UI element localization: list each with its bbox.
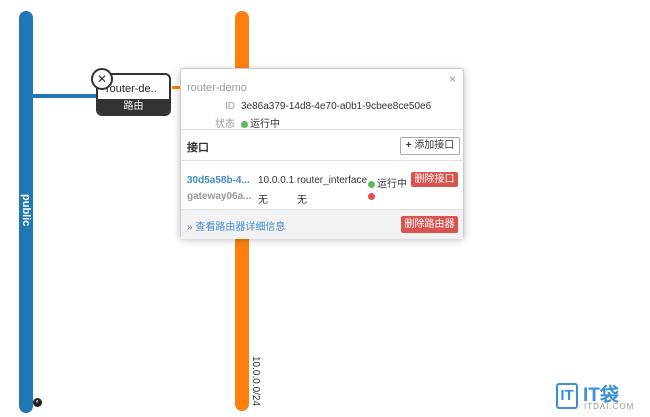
status-active-icon (241, 121, 248, 128)
private-network-label: 10.0.0.0/24 (250, 356, 261, 407)
add-interface-button[interactable]: + 添加接口 (400, 137, 460, 155)
interface-status-text: 运行中 (377, 179, 407, 190)
interface-id-link[interactable]: 30d5a58b-4... (187, 175, 250, 186)
gateway-interface-status (368, 191, 377, 202)
gateway-interface-ip: 无 (258, 195, 268, 206)
router-type-label: 路由 (98, 99, 169, 114)
add-interface-label: 添加接口 (414, 140, 455, 151)
watermark-domain: ITDAI.COM (584, 402, 635, 411)
interface-type: router_interface (297, 175, 368, 186)
divider (181, 129, 463, 130)
router-name: router-de.. (106, 83, 157, 95)
router-detail-popup: × router-demo ID 3e86a379-14d8-4e70-a0b1-… (180, 68, 464, 239)
delete-interface-button[interactable]: 删除接口 (411, 172, 458, 187)
popup-footer: » 查看路由器详细信息 删除路由器 (181, 209, 463, 239)
interface-status: 运行中 (368, 175, 407, 190)
close-icon[interactable]: × (449, 72, 456, 86)
status-active-icon (368, 181, 375, 188)
gateway-interface-id[interactable]: gateway06a... (187, 191, 251, 202)
router-detail-link[interactable]: » 查看路由器详细信息 (187, 218, 285, 233)
id-label: ID (225, 101, 235, 112)
plus-icon: + (405, 140, 412, 151)
id-value: 3e86a379-14d8-4e70-a0b1-9cbee8ce50e6 (241, 101, 432, 112)
status-down-icon (368, 193, 375, 200)
watermark-logo: IT (556, 383, 578, 409)
interface-ip: 10.0.0.1 (258, 175, 295, 186)
popup-title: router-demo (187, 82, 247, 94)
router-id-row: ID 3e86a379-14d8-4e70-a0b1-9cbee8ce50e6 (181, 101, 431, 112)
public-network-label: public (20, 193, 32, 227)
external-network-icon: ◐ (33, 398, 42, 407)
gateway-interface-type: 无 (297, 195, 307, 206)
interfaces-title: 接口 (187, 142, 209, 154)
router-status-row: 状态 运行中 (181, 115, 280, 130)
status-label: 状态 (215, 119, 235, 130)
router-public-link (33, 94, 97, 98)
divider (181, 160, 463, 161)
router-icon: ✕ (91, 68, 113, 90)
delete-router-button[interactable]: 删除路由器 (401, 216, 458, 233)
